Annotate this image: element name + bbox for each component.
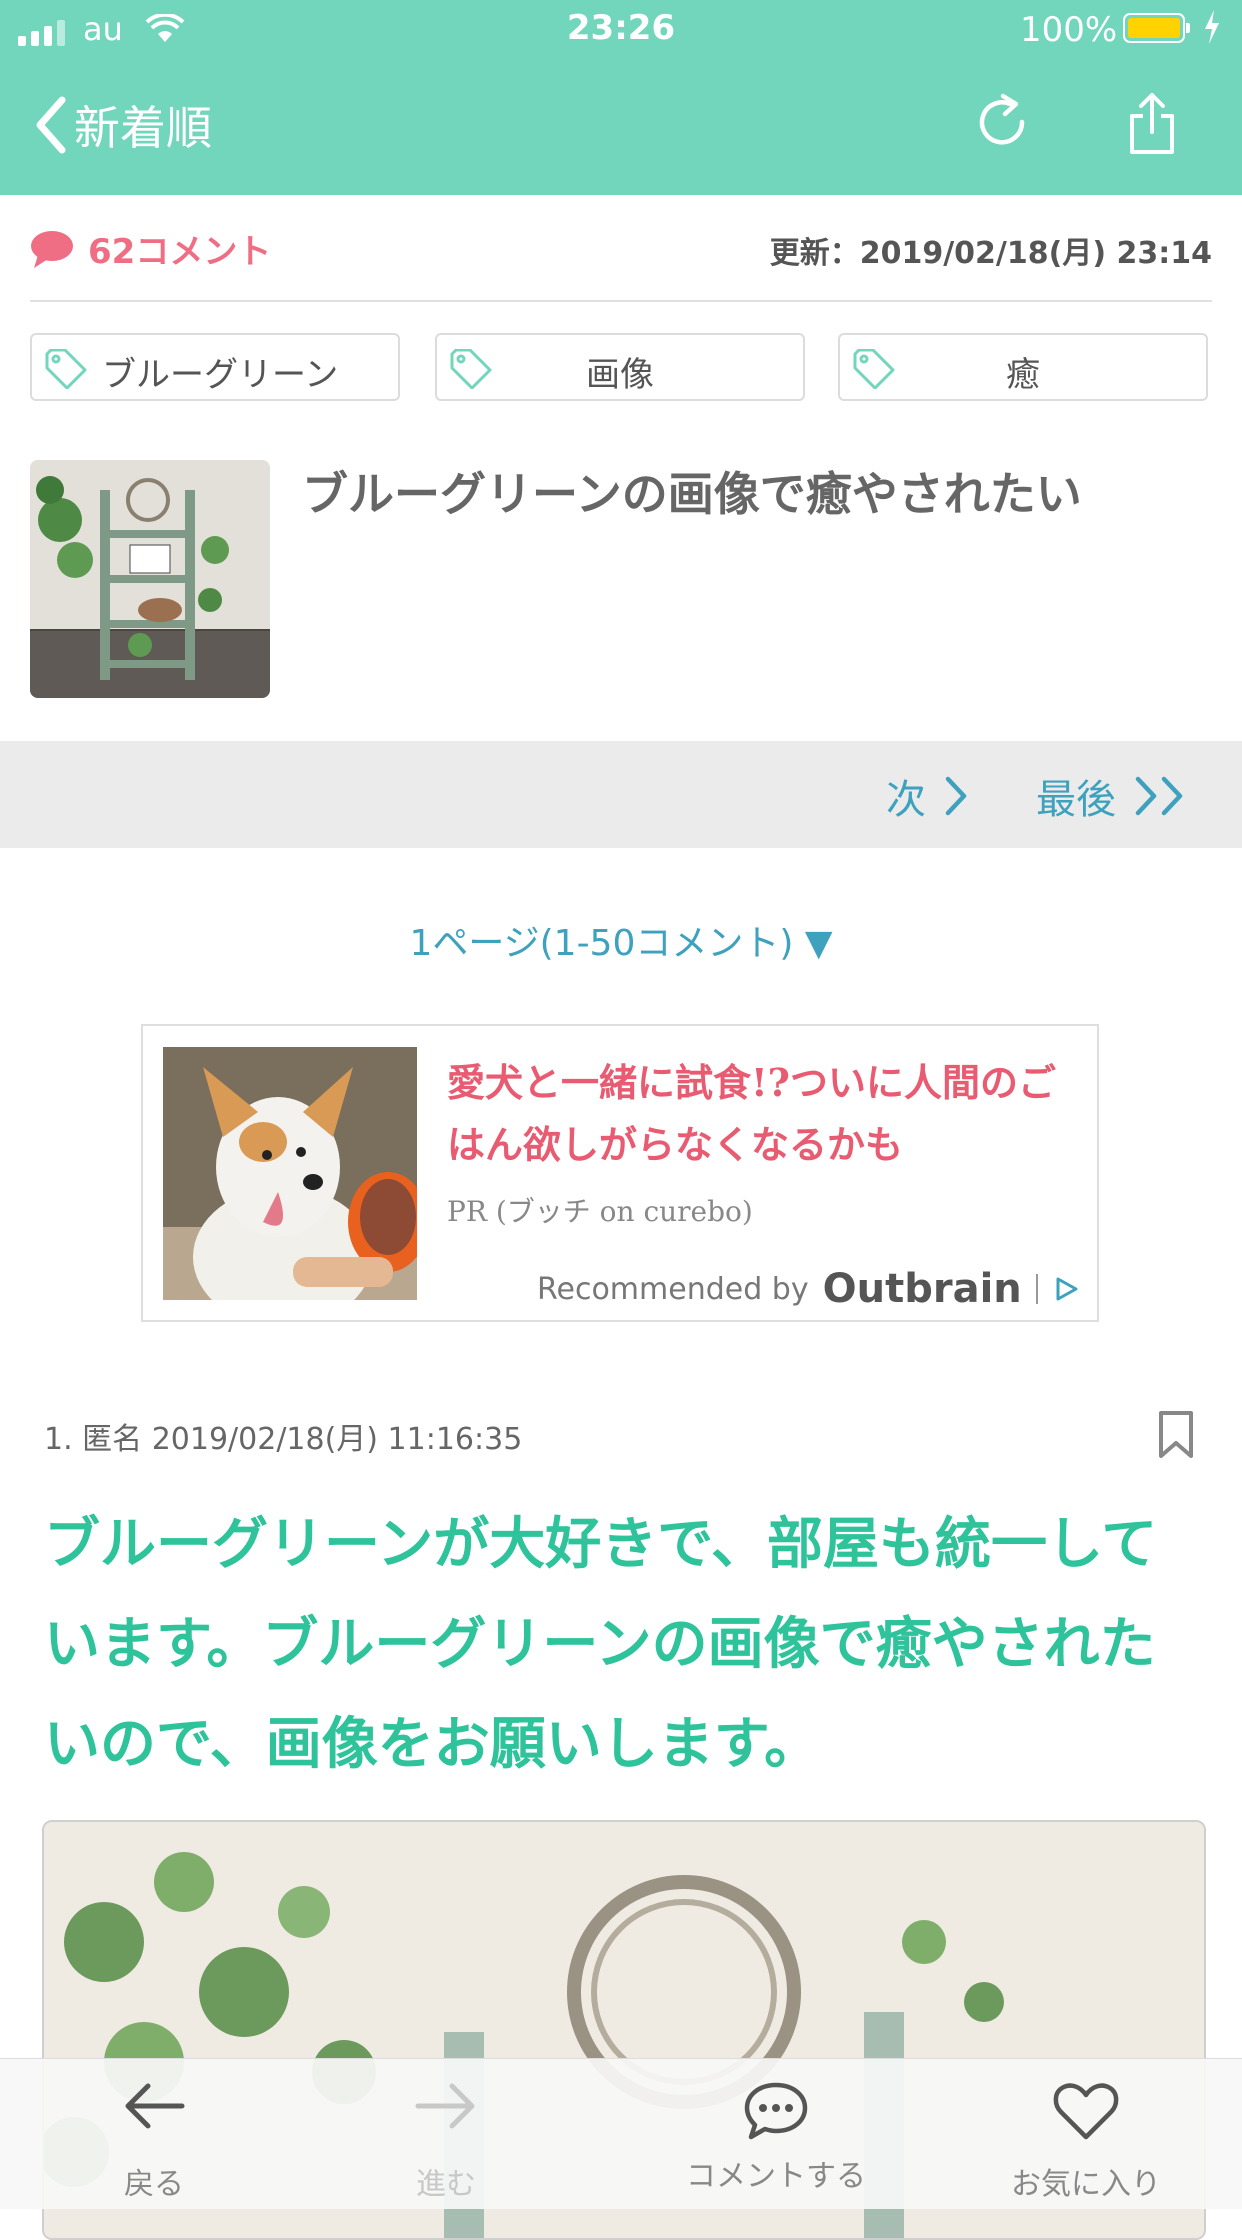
tag-label: 画像 <box>586 355 654 395</box>
back-nav-label: 新着順 <box>74 101 212 155</box>
back-button[interactable]: 戻る <box>4 2059 304 2209</box>
sponsored-ad[interactable]: 愛犬と一緒に試食!?ついに人間のごはん欲しがらなくなるかも PR (ブッチ on… <box>141 1024 1099 1322</box>
chevron-left-icon <box>36 96 66 154</box>
next-page-button[interactable]: 次 <box>886 767 970 825</box>
forward-button[interactable]: 進む <box>296 2059 596 2209</box>
article-thumbnail <box>30 460 270 698</box>
adchoices-icon[interactable] <box>1052 1275 1080 1303</box>
back-label: 戻る <box>124 2167 184 2202</box>
comment-count[interactable]: 62コメント <box>30 224 271 273</box>
recommended-by-label: Recommended by <box>537 1271 809 1307</box>
refresh-icon[interactable] <box>972 92 1032 152</box>
tag-label: 癒 <box>1006 355 1040 395</box>
comment-body: ブルーグリーンが大好きで、部屋も統一しています。ブルーグリーンの画像で癒やされた… <box>44 1512 1158 1777</box>
divider <box>30 300 1212 302</box>
ad-headline[interactable]: 愛犬と一緒に試食!?ついに人間のごはん欲しがらなくなるかも <box>447 1052 1087 1176</box>
status-bar: au 23:26 100% <box>0 0 1242 62</box>
battery-percent: 100% <box>1020 10 1118 50</box>
charging-icon <box>1205 10 1219 44</box>
bottom-toolbar: 戻る 進む コメントする お気に入り <box>0 2058 1242 2209</box>
arrow-right-icon <box>415 2083 475 2129</box>
page-range-selector[interactable]: 1ページ(1-50コメント) ▼ <box>0 914 1242 966</box>
tag-list: ブルーグリーン 画像 癒 <box>30 333 1212 405</box>
tag-item[interactable]: ブルーグリーン <box>30 333 400 401</box>
back-nav-button[interactable]: 新着順 <box>34 92 212 158</box>
tag-item[interactable]: 画像 <box>435 333 805 401</box>
tag-label: ブルーグリーン <box>102 355 339 395</box>
last-page-label: 最後 <box>1036 777 1116 823</box>
tag-item[interactable]: 癒 <box>838 333 1208 401</box>
arrow-left-icon <box>125 2083 185 2129</box>
post-comment-label: コメントする <box>686 2159 866 2194</box>
comment-header: 1. 匿名 2019/02/18(月) 11:16:35 <box>44 1422 523 1457</box>
tag-icon <box>45 349 87 389</box>
ad-image <box>163 1047 417 1300</box>
outbrain-logo: Outbrain <box>822 1266 1022 1312</box>
favorite-label: お気に入り <box>1011 2167 1161 2202</box>
heart-icon <box>1053 2083 1119 2140</box>
pagination-bar: 次 最後 <box>0 741 1242 848</box>
last-page-button[interactable]: 最後 <box>1036 767 1190 825</box>
battery-icon <box>1123 13 1190 43</box>
favorite-button[interactable]: お気に入り <box>936 2059 1236 2209</box>
comment-bubble-icon <box>744 2082 808 2140</box>
speech-bubble-icon <box>31 230 73 268</box>
outbrain-credit[interactable]: Recommended by Outbrain <box>537 1266 1080 1312</box>
header-bar: au 23:26 100% 新着順 <box>0 0 1242 195</box>
share-icon[interactable] <box>1126 92 1178 156</box>
next-page-label: 次 <box>886 777 926 823</box>
article-meta: 62コメント 更新：2019/02/18(月) 23:14 <box>30 218 1212 274</box>
article-title: ブルーグリーンの画像で癒やされたい <box>302 467 1082 521</box>
chevron-right-icon <box>945 776 967 816</box>
ad-source: PR (ブッチ on curebo) <box>447 1195 753 1228</box>
bookmark-icon[interactable] <box>1156 1410 1196 1460</box>
double-chevron-right-icon <box>1135 776 1183 816</box>
post-comment-button[interactable]: コメントする <box>626 2059 926 2209</box>
forward-label: 進む <box>416 2167 476 2202</box>
updated-timestamp: 更新：2019/02/18(月) 23:14 <box>769 236 1212 271</box>
comment-count-label: 62コメント <box>88 232 272 272</box>
divider <box>1035 1274 1038 1304</box>
